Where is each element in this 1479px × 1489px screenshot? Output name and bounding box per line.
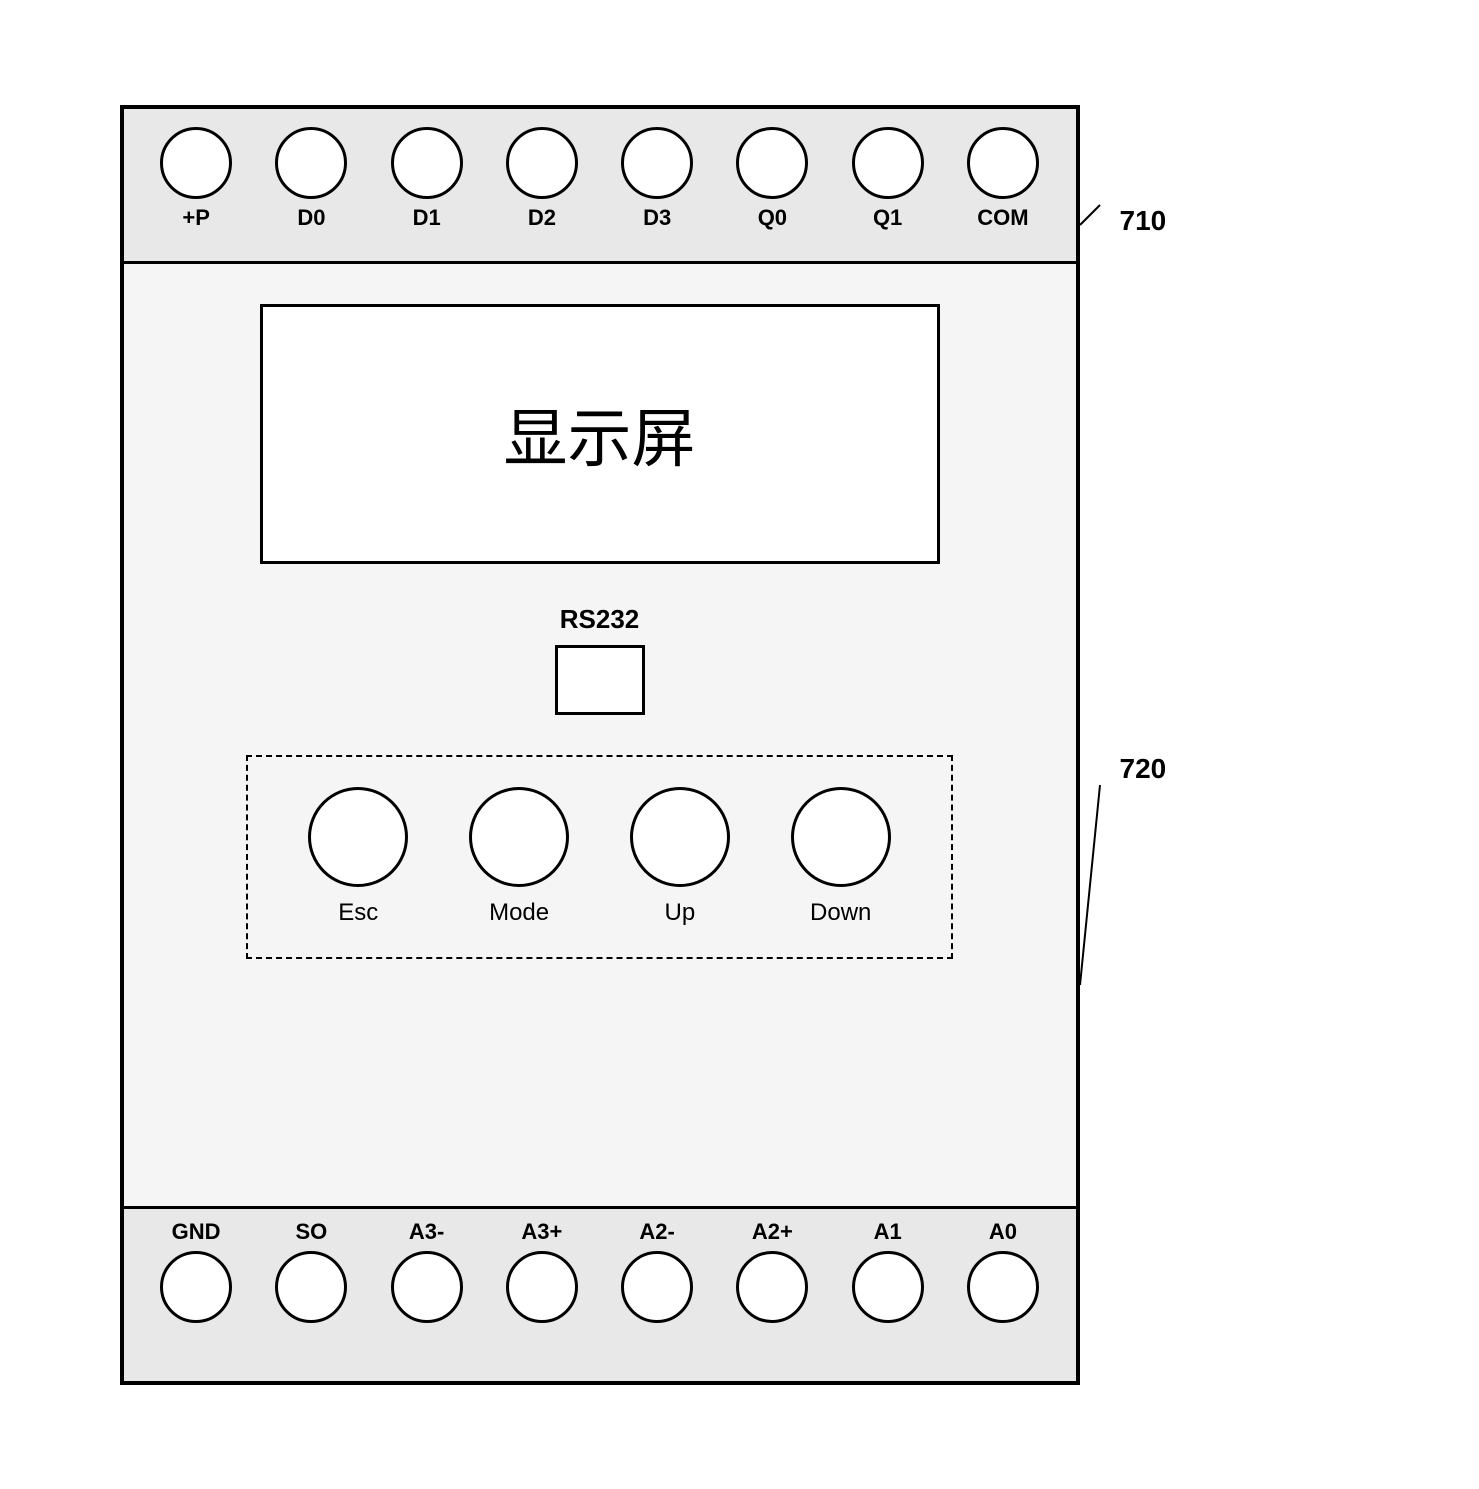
top-connector-D3: D3 bbox=[605, 127, 710, 231]
button-mode[interactable]: Mode bbox=[449, 787, 590, 927]
top-connector-D0: D0 bbox=[259, 127, 364, 231]
top-connector-+P: +P bbox=[144, 127, 249, 231]
bottom-connector-A3-: A3- bbox=[374, 1219, 479, 1323]
bottom-connector-label-A2-: A2- bbox=[639, 1219, 674, 1245]
button-row: Esc Mode Up Down bbox=[288, 787, 911, 927]
top-connector-circle-COM bbox=[967, 127, 1039, 199]
top-connector-circle-+P bbox=[160, 127, 232, 199]
button-down[interactable]: Down bbox=[770, 787, 911, 927]
bottom-connector-label-A0: A0 bbox=[989, 1219, 1017, 1245]
top-connector-label-D0: D0 bbox=[297, 205, 325, 231]
button-circle-mode[interactable] bbox=[469, 787, 569, 887]
display-screen-text: 显示屏 bbox=[504, 388, 696, 480]
top-connector-circle-Q1 bbox=[852, 127, 924, 199]
annotation-710: 710 bbox=[1120, 205, 1360, 237]
rs232-label: RS232 bbox=[560, 604, 640, 635]
top-connector-strip: +P D0 D1 D2 D3 Q0 Q1 COM bbox=[124, 109, 1076, 264]
bottom-connector-circle-A2+ bbox=[736, 1251, 808, 1323]
bottom-connector-circle-A3+ bbox=[506, 1251, 578, 1323]
button-esc[interactable]: Esc bbox=[288, 787, 429, 927]
bottom-connector-circle-SO bbox=[275, 1251, 347, 1323]
top-connector-Q1: Q1 bbox=[835, 127, 940, 231]
button-section: Esc Mode Up Down bbox=[246, 755, 953, 959]
bottom-connector-GND: GND bbox=[144, 1219, 249, 1323]
bottom-connector-label-GND: GND bbox=[172, 1219, 221, 1245]
annotation-720-label: 720 bbox=[1120, 753, 1167, 785]
button-label-up: Up bbox=[665, 899, 696, 927]
button-label-down: Down bbox=[810, 899, 871, 927]
top-connector-circle-D3 bbox=[621, 127, 693, 199]
top-connector-label-D2: D2 bbox=[528, 205, 556, 231]
bottom-connector-A2-: A2- bbox=[605, 1219, 710, 1323]
button-label-esc: Esc bbox=[338, 899, 378, 927]
top-connector-label-Q1: Q1 bbox=[873, 205, 902, 231]
page-container: +P D0 D1 D2 D3 Q0 Q1 COM 显示屏 RS232 bbox=[0, 0, 1479, 1489]
bottom-connector-label-SO: SO bbox=[295, 1219, 327, 1245]
top-connector-D1: D1 bbox=[374, 127, 479, 231]
top-connector-label-Q0: Q0 bbox=[758, 205, 787, 231]
top-connector-label-D1: D1 bbox=[413, 205, 441, 231]
button-label-mode: Mode bbox=[489, 899, 549, 927]
bottom-connector-A1: A1 bbox=[835, 1219, 940, 1323]
button-circle-up[interactable] bbox=[630, 787, 730, 887]
bottom-connector-label-A3+: A3+ bbox=[521, 1219, 562, 1245]
annotation-720: 720 bbox=[1120, 753, 1360, 785]
display-screen: 显示屏 bbox=[260, 304, 940, 564]
bottom-connector-row: GND SO A3- A3+ A2- A2+ A1 A0 bbox=[144, 1219, 1056, 1323]
top-connector-D2: D2 bbox=[489, 127, 594, 231]
bottom-connector-label-A3-: A3- bbox=[409, 1219, 444, 1245]
main-body: 显示屏 RS232 Esc Mode Up Down bbox=[124, 264, 1076, 1206]
button-circle-esc[interactable] bbox=[308, 787, 408, 887]
bottom-connector-label-A2+: A2+ bbox=[752, 1219, 793, 1245]
button-circle-down[interactable] bbox=[791, 787, 891, 887]
bottom-connector-circle-A2- bbox=[621, 1251, 693, 1323]
bottom-connector-label-A1: A1 bbox=[874, 1219, 902, 1245]
top-connector-label-D3: D3 bbox=[643, 205, 671, 231]
button-up[interactable]: Up bbox=[610, 787, 751, 927]
device-wrapper: +P D0 D1 D2 D3 Q0 Q1 COM 显示屏 RS232 bbox=[120, 105, 1360, 1385]
top-connector-row: +P D0 D1 D2 D3 Q0 Q1 COM bbox=[144, 127, 1056, 231]
bottom-connector-circle-A1 bbox=[852, 1251, 924, 1323]
bottom-connector-A0: A0 bbox=[950, 1219, 1055, 1323]
top-connector-COM: COM bbox=[950, 127, 1055, 231]
rs232-port bbox=[555, 645, 645, 715]
top-connector-circle-Q0 bbox=[736, 127, 808, 199]
display-screen-container: 显示屏 bbox=[184, 304, 1016, 564]
bottom-connector-SO: SO bbox=[259, 1219, 364, 1323]
top-connector-circle-D2 bbox=[506, 127, 578, 199]
bottom-connector-circle-A0 bbox=[967, 1251, 1039, 1323]
top-connector-label-+P: +P bbox=[182, 205, 210, 231]
device-panel: +P D0 D1 D2 D3 Q0 Q1 COM 显示屏 RS232 bbox=[120, 105, 1080, 1385]
bottom-connector-strip: GND SO A3- A3+ A2- A2+ A1 A0 bbox=[124, 1206, 1076, 1381]
bottom-connector-circle-A3- bbox=[391, 1251, 463, 1323]
top-connector-circle-D1 bbox=[391, 127, 463, 199]
bottom-connector-A2+: A2+ bbox=[720, 1219, 825, 1323]
top-connector-circle-D0 bbox=[275, 127, 347, 199]
rs232-section: RS232 bbox=[555, 604, 645, 715]
top-connector-label-COM: COM bbox=[977, 205, 1028, 231]
bottom-connector-circle-GND bbox=[160, 1251, 232, 1323]
top-connector-Q0: Q0 bbox=[720, 127, 825, 231]
annotation-710-label: 710 bbox=[1120, 205, 1167, 237]
bottom-connector-A3+: A3+ bbox=[489, 1219, 594, 1323]
